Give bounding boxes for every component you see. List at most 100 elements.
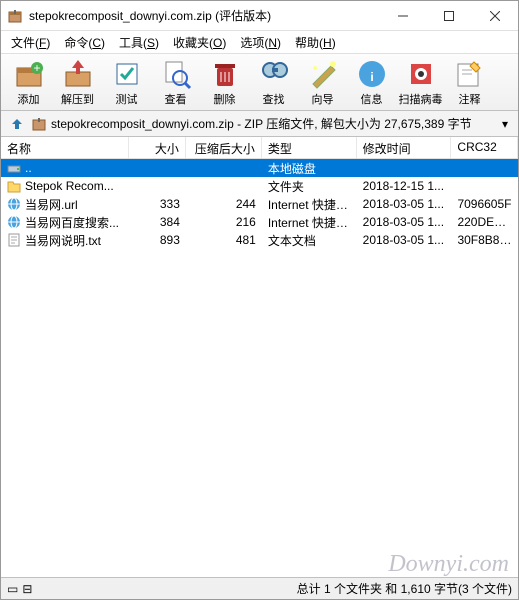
file-size xyxy=(129,185,186,187)
view-button[interactable]: 查看 xyxy=(152,56,199,108)
minimize-button[interactable] xyxy=(380,1,426,31)
col-name[interactable]: 名称 xyxy=(1,137,129,158)
file-crc xyxy=(451,185,518,187)
file-mtime: 2018-12-15 1... xyxy=(357,178,452,194)
menu-o[interactable]: 收藏夹(O) xyxy=(167,32,232,53)
file-crc: 220DE432 xyxy=(451,214,518,230)
svg-text:+: + xyxy=(33,61,40,75)
titlebar: stepokrecomposit_downyi.com.zip (评估版本) xyxy=(1,1,518,31)
file-row[interactable]: 当易网百度搜索... 384216Internet 快捷方式2018-03-05 … xyxy=(1,213,518,231)
file-name: 当易网说明.txt xyxy=(25,232,101,249)
test-icon xyxy=(111,58,143,90)
col-packed[interactable]: 压缩后大小 xyxy=(186,137,262,158)
col-type[interactable]: 类型 xyxy=(262,137,357,158)
file-type: Internet 快捷方式 xyxy=(262,195,357,214)
window-title: stepokrecomposit_downyi.com.zip (评估版本) xyxy=(29,7,380,24)
file-row[interactable]: 当易网说明.txt893481文本文档2018-03-05 1...30F8B8… xyxy=(1,231,518,249)
file-crc: 30F8B88C xyxy=(451,232,518,248)
tool-label: 注释 xyxy=(459,91,481,107)
file-name: .. xyxy=(25,161,32,175)
dropdown-icon[interactable]: ▾ xyxy=(498,117,512,131)
tool-label: 测试 xyxy=(116,91,138,107)
col-size[interactable]: 大小 xyxy=(129,137,186,158)
add-button[interactable]: + 添加 xyxy=(5,56,52,108)
tool-label: 查找 xyxy=(263,91,285,107)
menubar: 文件(F)命令(C)工具(S)收藏夹(O)选项(N)帮助(H) xyxy=(1,31,518,53)
file-crc xyxy=(451,167,518,169)
url-icon xyxy=(7,215,21,229)
file-packed: 481 xyxy=(186,232,262,248)
file-packed xyxy=(186,185,262,187)
view-icon xyxy=(160,58,192,90)
file-type: Internet 快捷方式 xyxy=(262,213,357,232)
file-row[interactable]: Stepok Recom... 文件夹2018-12-15 1... xyxy=(1,177,518,195)
file-packed: 216 xyxy=(186,214,262,230)
file-mtime: 2018-03-05 1... xyxy=(357,196,452,212)
file-name: 当易网.url xyxy=(25,196,78,213)
scan-button[interactable]: 扫描病毒 xyxy=(397,56,444,108)
file-packed xyxy=(186,167,262,169)
file-name: 当易网百度搜索... xyxy=(25,214,119,231)
add-icon: + xyxy=(13,58,45,90)
status-icon2: ⊟ xyxy=(22,582,32,596)
menu-n[interactable]: 选项(N) xyxy=(234,32,287,53)
file-list[interactable]: ..本地磁盘Stepok Recom...文件夹2018-12-15 1...当… xyxy=(1,159,518,577)
find-button[interactable]: 查找 xyxy=(250,56,297,108)
scan-icon xyxy=(405,58,437,90)
file-type: 文件夹 xyxy=(262,177,357,196)
extract-button[interactable]: 解压到 xyxy=(54,56,101,108)
folder-icon xyxy=(7,179,21,193)
close-button[interactable] xyxy=(472,1,518,31)
find-icon xyxy=(258,58,290,90)
up-button[interactable] xyxy=(7,114,27,134)
info-icon: i xyxy=(356,58,388,90)
status-text: 总计 1 个文件夹 和 1,610 字节(3 个文件) xyxy=(297,580,512,597)
tool-label: 扫描病毒 xyxy=(399,91,443,107)
addressbar: stepokrecomposit_downyi.com.zip - ZIP 压缩… xyxy=(1,111,518,137)
file-type: 文本文档 xyxy=(262,231,357,250)
url-icon xyxy=(7,197,21,211)
tool-label: 添加 xyxy=(18,91,40,107)
file-type: 本地磁盘 xyxy=(262,159,357,178)
tool-label: 向导 xyxy=(312,91,334,107)
tool-label: 信息 xyxy=(361,91,383,107)
col-mtime[interactable]: 修改时间 xyxy=(357,137,452,158)
statusbar: ▭ ⊟ 总计 1 个文件夹 和 1,610 字节(3 个文件) xyxy=(1,577,518,599)
comment-icon xyxy=(454,58,486,90)
menu-c[interactable]: 命令(C) xyxy=(58,32,111,53)
toolbar: + 添加 解压到 测试 查看 删除 查找 向导 i 信息扫描病毒注释 xyxy=(1,53,518,111)
test-button[interactable]: 测试 xyxy=(103,56,150,108)
tool-label: 解压到 xyxy=(61,91,94,107)
file-mtime xyxy=(357,167,452,169)
file-row[interactable]: 当易网.url 333244Internet 快捷方式2018-03-05 1..… xyxy=(1,195,518,213)
file-mtime: 2018-03-05 1... xyxy=(357,214,452,230)
file-crc: 7096605F xyxy=(451,196,518,212)
file-size: 384 xyxy=(129,214,186,230)
col-crc[interactable]: CRC32 xyxy=(451,137,518,158)
file-size: 333 xyxy=(129,196,186,212)
info-button[interactable]: i 信息 xyxy=(348,56,395,108)
status-icon: ▭ xyxy=(7,582,18,596)
file-name: Stepok Recom... xyxy=(25,179,114,193)
file-size: 893 xyxy=(129,232,186,248)
archive-icon xyxy=(31,116,47,132)
txt-icon xyxy=(7,233,21,247)
tool-label: 删除 xyxy=(214,91,236,107)
delete-icon xyxy=(209,58,241,90)
menu-f[interactable]: 文件(F) xyxy=(5,32,56,53)
file-row[interactable]: .. 本地磁盘 xyxy=(1,159,518,177)
menu-h[interactable]: 帮助(H) xyxy=(289,32,342,53)
comment-button[interactable]: 注释 xyxy=(446,56,493,108)
wizard-button[interactable]: 向导 xyxy=(299,56,346,108)
svg-text:i: i xyxy=(370,70,373,84)
menu-s[interactable]: 工具(S) xyxy=(113,32,165,53)
file-packed: 244 xyxy=(186,196,262,212)
address-text: stepokrecomposit_downyi.com.zip - ZIP 压缩… xyxy=(51,115,494,132)
tool-label: 查看 xyxy=(165,91,187,107)
delete-button[interactable]: 删除 xyxy=(201,56,248,108)
maximize-button[interactable] xyxy=(426,1,472,31)
extract-icon xyxy=(62,58,94,90)
list-header: 名称 大小 压缩后大小 类型 修改时间 CRC32 xyxy=(1,137,518,159)
file-size xyxy=(129,167,186,169)
app-icon xyxy=(7,8,23,24)
